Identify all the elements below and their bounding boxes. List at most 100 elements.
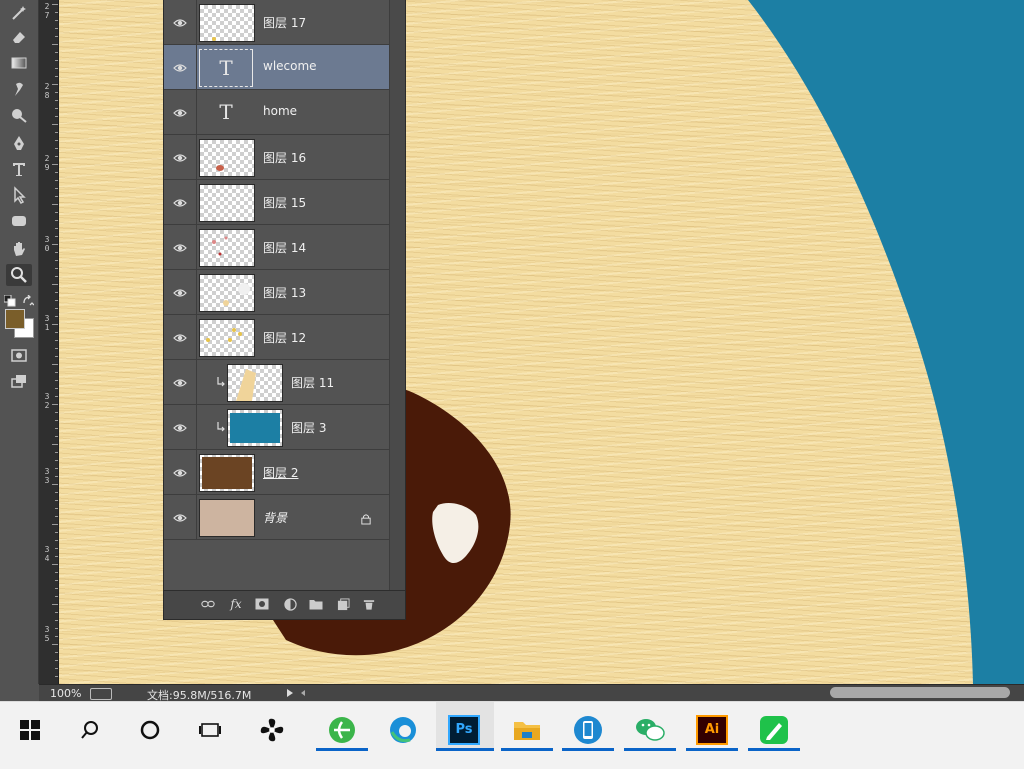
share-status-icon[interactable]: [90, 688, 112, 700]
visibility-eye-icon[interactable]: [173, 465, 187, 479]
layer-row[interactable]: 图层 16: [164, 135, 389, 180]
layer-thumbnail[interactable]: [199, 319, 255, 357]
path-selection-tool[interactable]: [6, 184, 32, 206]
chain-link-icon: [201, 600, 215, 608]
ruler-tick: [52, 244, 58, 245]
layer-thumbnail[interactable]: [199, 499, 255, 537]
layer-separator: [196, 135, 197, 179]
rounded-rectangle-icon: [12, 216, 26, 226]
cortana-button[interactable]: [130, 710, 170, 750]
swap-colors-icon[interactable]: [22, 292, 35, 306]
layer-row[interactable]: 图层 17: [164, 0, 389, 45]
default-colors-icon[interactable]: [3, 292, 16, 307]
layer-row[interactable]: 图层 2: [164, 450, 389, 495]
ruler-tick: [52, 564, 58, 565]
pinwheel-app-button[interactable]: [252, 710, 292, 750]
screen-mode-button[interactable]: [6, 370, 32, 392]
adjustment-layer-button[interactable]: [282, 597, 298, 611]
layer-row[interactable]: 背景: [164, 495, 389, 540]
layer-thumbnail[interactable]: [199, 139, 255, 177]
zoom-level[interactable]: 100%: [50, 687, 81, 700]
layer-row[interactable]: 图层 3: [164, 405, 389, 450]
ruler-tick: [55, 612, 58, 613]
smudge-icon: [15, 82, 23, 96]
layer-row[interactable]: 图层 11: [164, 360, 389, 405]
layer-row[interactable]: 图层 15: [164, 180, 389, 225]
layer-row[interactable]: Twlecome: [164, 45, 389, 90]
task-view-button[interactable]: [190, 710, 230, 750]
layer-thumbnail[interactable]: [199, 229, 255, 267]
eraser-tool[interactable]: [6, 26, 32, 48]
layer-separator: [196, 225, 197, 269]
layer-thumbnail[interactable]: [227, 364, 283, 402]
dodge-tool[interactable]: [6, 104, 32, 126]
visibility-eye-icon[interactable]: [173, 60, 187, 74]
pen-tool[interactable]: [6, 132, 32, 154]
smudge-tool[interactable]: [6, 78, 32, 100]
layer-row[interactable]: 图层 13: [164, 270, 389, 315]
layer-thumbnail[interactable]: [227, 409, 283, 447]
type-icon: [13, 163, 25, 176]
new-group-button[interactable]: [308, 597, 324, 611]
visibility-eye-icon[interactable]: [173, 285, 187, 299]
ruler-tick: [55, 172, 58, 173]
ruler-tick: [55, 460, 58, 461]
ruler-tick: [55, 372, 58, 373]
edge-button[interactable]: [383, 710, 423, 750]
photoshop-button[interactable]: Ps: [444, 710, 484, 750]
scroll-left-arrow-icon[interactable]: [301, 690, 305, 696]
lock-icon[interactable]: [361, 510, 371, 529]
360-browser-button[interactable]: [322, 710, 362, 750]
ruler-tick: [52, 324, 58, 325]
delete-layer-button[interactable]: [361, 597, 377, 611]
visibility-eye-icon[interactable]: [173, 15, 187, 29]
status-menu-arrow-icon[interactable]: [287, 689, 293, 697]
green-app-button[interactable]: [754, 710, 794, 750]
ruler-tick: [55, 556, 58, 557]
foreground-color-swatch[interactable]: [5, 309, 25, 329]
fx-button[interactable]: fx: [228, 597, 244, 611]
visibility-eye-icon[interactable]: [173, 240, 187, 254]
ruler-tick: [55, 236, 58, 237]
rectangle-tool[interactable]: [6, 210, 32, 232]
ruler-tick: [55, 212, 58, 213]
layers-scrollbar[interactable]: [389, 0, 405, 590]
add-mask-button[interactable]: [254, 597, 270, 611]
layer-row[interactable]: 图层 12: [164, 315, 389, 360]
wechat-button[interactable]: [630, 710, 670, 750]
zoom-tool[interactable]: [6, 264, 32, 286]
gradient-tool[interactable]: [6, 52, 32, 74]
visibility-eye-icon[interactable]: [173, 150, 187, 164]
type-tool[interactable]: [6, 158, 32, 180]
visibility-eye-icon[interactable]: [173, 195, 187, 209]
visibility-eye-icon[interactable]: [173, 420, 187, 434]
search-button[interactable]: [70, 710, 110, 750]
illustrator-button[interactable]: Ai: [692, 710, 732, 750]
vertical-ruler: 2 7 2 8 2 9 3 0 3 1 3 2 3 3 3 4 3 5: [39, 0, 59, 684]
visibility-eye-icon[interactable]: [173, 375, 187, 389]
ruler-tick: [55, 268, 58, 269]
text-layer-thumbnail[interactable]: T: [199, 49, 253, 87]
magic-wand-tool[interactable]: [6, 2, 32, 24]
visibility-eye-icon[interactable]: [173, 510, 187, 524]
text-layer-thumbnail[interactable]: T: [199, 94, 253, 130]
layer-thumbnail[interactable]: [199, 4, 255, 42]
layer-row[interactable]: Thome: [164, 90, 389, 135]
start-button[interactable]: [10, 710, 50, 750]
visibility-eye-icon[interactable]: [173, 105, 187, 119]
ruler-tick: [52, 404, 58, 405]
layer-thumbnail[interactable]: [199, 184, 255, 222]
layer-name: 图层 11: [291, 376, 335, 390]
phone-app-button[interactable]: [568, 710, 608, 750]
link-layers-button[interactable]: [200, 597, 216, 611]
layer-row[interactable]: 图层 14: [164, 225, 389, 270]
horizontal-scrollbar-thumb[interactable]: [830, 687, 1010, 698]
layer-thumbnail[interactable]: [199, 274, 255, 312]
hand-tool[interactable]: [6, 238, 32, 260]
visibility-eye-icon[interactable]: [173, 330, 187, 344]
layer-thumbnail[interactable]: [199, 454, 255, 492]
file-explorer-button[interactable]: [507, 710, 547, 750]
ruler-tick: [55, 68, 58, 69]
new-layer-button[interactable]: [335, 597, 351, 611]
quick-mask-button[interactable]: [6, 344, 32, 366]
